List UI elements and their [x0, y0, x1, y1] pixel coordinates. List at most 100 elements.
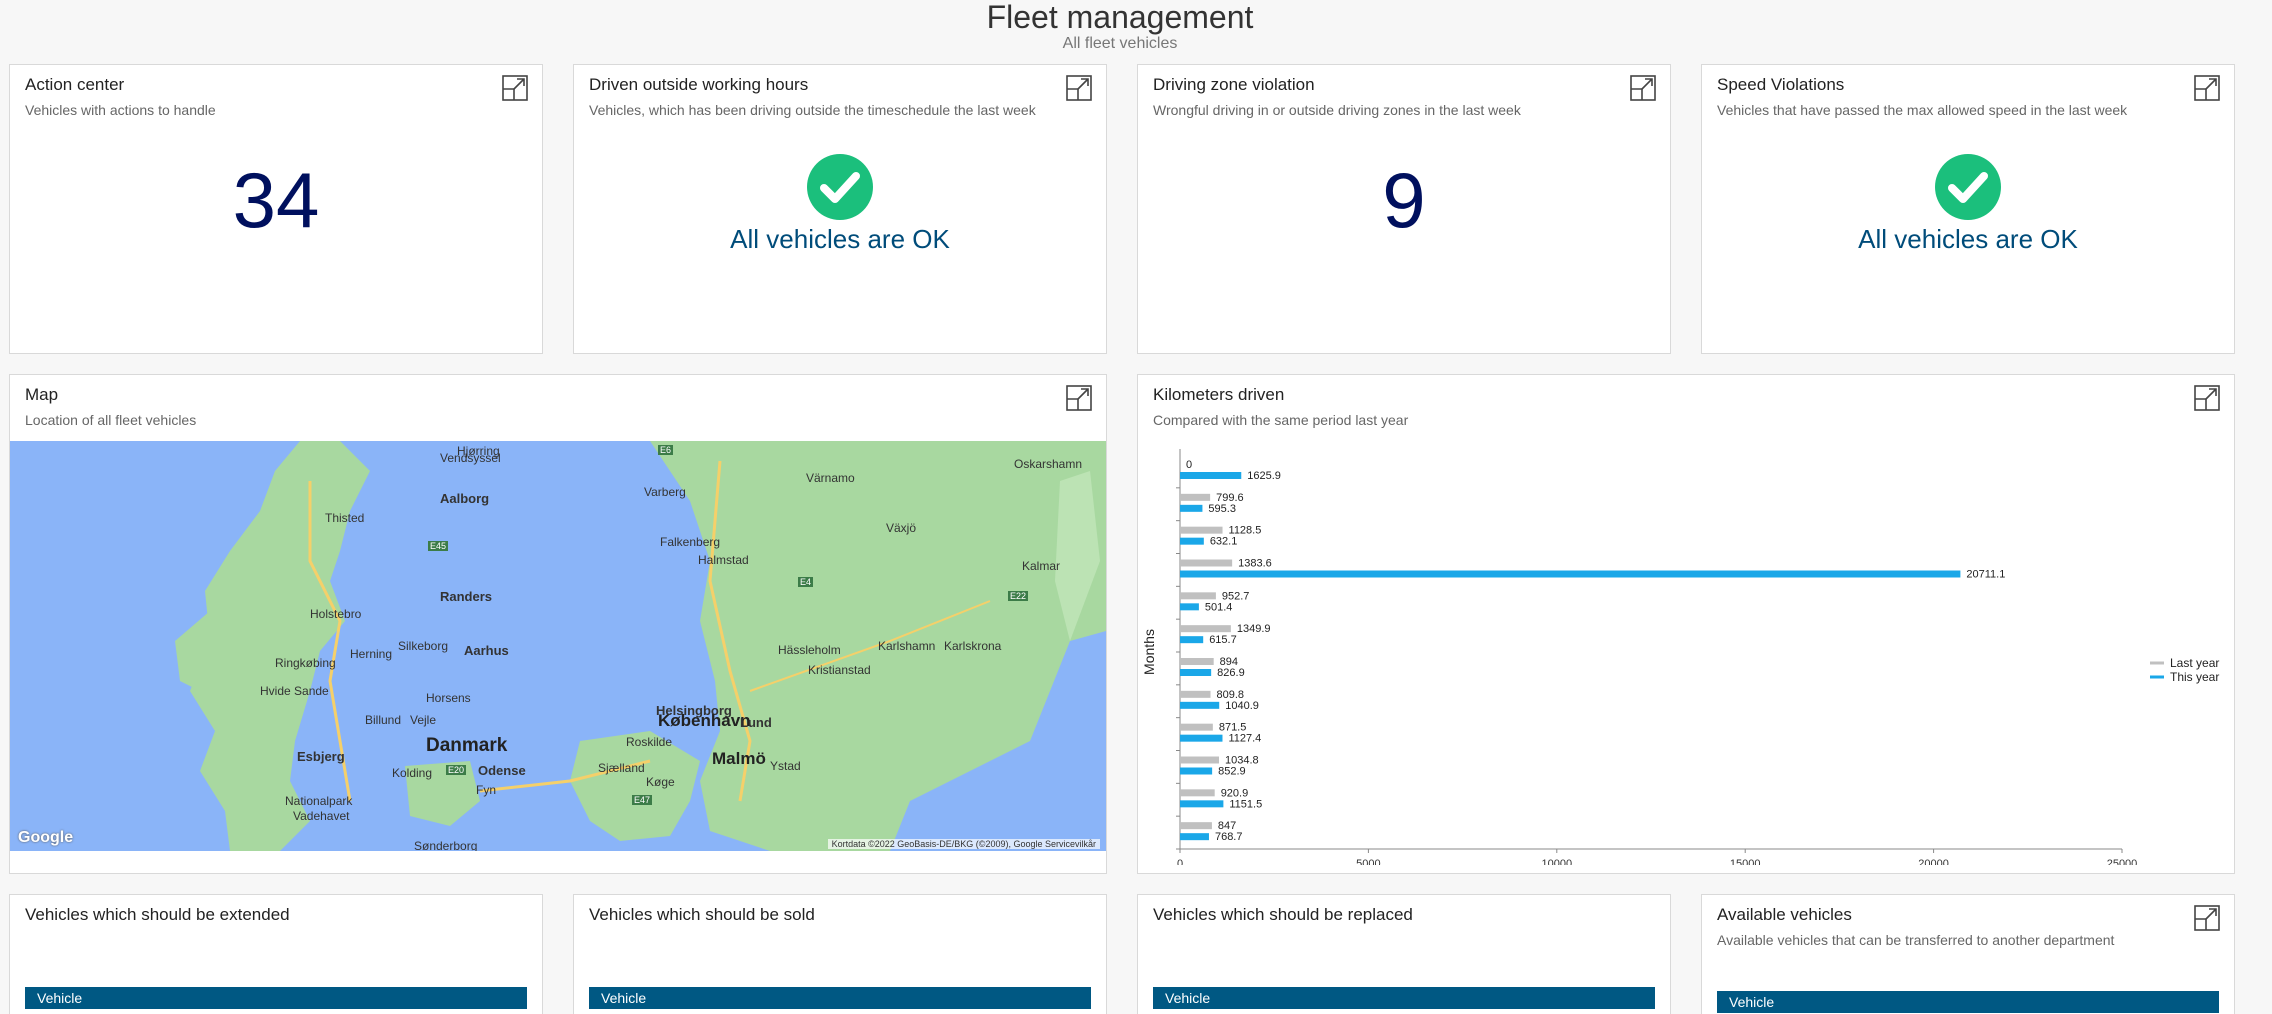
- legend-label: This year: [2170, 670, 2219, 684]
- data-label: 1040.9: [1225, 700, 1259, 712]
- x-tick-label: 10000: [1542, 858, 1573, 865]
- map-label-danmark: Danmark: [426, 735, 508, 756]
- map-view[interactable]: Hjørring Vendsyssel Aalborg Thisted Rand…: [10, 441, 1106, 851]
- card-title: Speed Violations: [1717, 75, 1845, 94]
- expand-icon[interactable]: [2194, 75, 2220, 101]
- ok-status: All vehicles are OK: [574, 153, 1106, 255]
- data-label: 1383.6: [1238, 558, 1272, 570]
- bar-last-year: [1180, 559, 1233, 567]
- map-label-odense: Odense: [478, 763, 526, 778]
- map-label-vaxjo: Växjö: [886, 521, 917, 535]
- action-center-card[interactable]: Action center Vehicles with actions to h…: [9, 64, 543, 354]
- card-title: Vehicles which should be replaced: [1153, 905, 1413, 924]
- bar-last-year: [1180, 625, 1231, 633]
- page-header: Fleet management All fleet vehicles: [0, 0, 2240, 54]
- x-tick-label: 25000: [2107, 858, 2138, 865]
- card-subtitle: Vehicles with actions to handle: [25, 102, 216, 118]
- map-card: Map Location of all fleet vehicles Hjørr…: [9, 374, 1107, 874]
- x-tick-label: 0: [1177, 858, 1183, 865]
- expand-icon[interactable]: [502, 75, 528, 101]
- card-title: Driven outside working hours: [589, 75, 809, 94]
- card-title: Vehicles which should be extended: [25, 905, 290, 924]
- map-label-aarhus: Aarhus: [464, 643, 509, 658]
- card-subtitle: Vehicles, which has been driving outside…: [589, 102, 1036, 118]
- expand-icon[interactable]: [2194, 905, 2220, 931]
- extended-card: Vehicles which should be extended Vehicl…: [9, 894, 543, 1014]
- map-label-falkenberg: Falkenberg: [660, 535, 721, 549]
- road-sign-e6: E6: [658, 445, 674, 455]
- bar-last-year: [1180, 756, 1219, 764]
- map-attribution[interactable]: Kortdata ©2022 GeoBasis-DE/BKG (©2009), …: [827, 839, 1100, 849]
- action-count[interactable]: 34: [10, 160, 542, 240]
- map-land: [175, 441, 1106, 851]
- map-label-lund: Lund: [740, 715, 772, 730]
- bar-this-year: [1180, 472, 1242, 479]
- data-label: 1151.5: [1229, 798, 1262, 810]
- table-header-vehicle[interactable]: Vehicle: [25, 987, 527, 1009]
- map-label-vendsyssel: Vendsyssel: [440, 451, 501, 465]
- road-sign-e20: E20: [446, 765, 467, 775]
- map-label-hvidesande: Hvide Sande: [260, 684, 329, 698]
- bar-last-year: [1180, 723, 1213, 731]
- map-label-sjaelland: Sjælland: [598, 761, 645, 775]
- road-sign-e45: E45: [428, 541, 449, 551]
- map-label-fyn: Fyn: [476, 783, 497, 797]
- x-tick-label: 20000: [1918, 858, 1949, 865]
- expand-icon[interactable]: [1630, 75, 1656, 101]
- map-label-karlshamn: Karlshamn: [878, 639, 936, 653]
- bar-this-year: [1180, 767, 1213, 775]
- map-label-nationalpark: Nationalpark: [285, 794, 353, 808]
- data-label: 826.9: [1217, 667, 1245, 679]
- map-label-horsens: Horsens: [426, 691, 471, 705]
- card-title: Vehicles which should be sold: [589, 905, 815, 924]
- bar-this-year: [1180, 636, 1204, 644]
- bar-last-year: [1180, 690, 1211, 698]
- data-label: 768.7: [1215, 831, 1243, 843]
- data-label: 615.7: [1209, 634, 1237, 646]
- map-label-esbjerg: Esbjerg: [297, 749, 345, 764]
- table-header-vehicle[interactable]: Vehicle: [1717, 991, 2219, 1013]
- violation-count[interactable]: 9: [1138, 160, 1670, 240]
- data-label: 0: [1186, 459, 1192, 471]
- map-label-varberg: Varberg: [644, 485, 686, 499]
- kilometers-chart: 01625.9799.6595.31128.5632.11383.620711.…: [1141, 449, 2219, 865]
- map-label-ystad: Ystad: [770, 759, 801, 773]
- card-title: Action center: [25, 75, 125, 94]
- status-text: All vehicles are OK: [1858, 224, 2078, 254]
- bar-this-year: [1180, 537, 1204, 545]
- map-label-randers: Randers: [440, 589, 493, 604]
- data-label: 1349.9: [1237, 623, 1271, 635]
- expand-icon[interactable]: [2194, 385, 2220, 411]
- card-subtitle: Location of all fleet vehicles: [25, 412, 197, 428]
- bar-this-year: [1180, 701, 1220, 709]
- card-title: Kilometers driven: [1153, 385, 1285, 404]
- card-subtitle: Wrongful driving in or outside driving z…: [1153, 102, 1521, 118]
- expand-icon[interactable]: [1066, 385, 1092, 411]
- data-label: 852.9: [1218, 766, 1246, 778]
- map-label-karlskrona: Karlskrona: [944, 639, 1002, 653]
- road-sign-e4: E4: [798, 577, 814, 587]
- map-label-oskarshamn: Oskarshamn: [1014, 457, 1083, 471]
- expand-icon[interactable]: [1066, 75, 1092, 101]
- bar-this-year: [1180, 570, 1961, 578]
- table-header-vehicle[interactable]: Vehicle: [589, 987, 1091, 1009]
- speed-violations-card[interactable]: Speed Violations Vehicles that have pass…: [1701, 64, 2235, 354]
- page-subtitle: All fleet vehicles: [1062, 35, 1178, 52]
- bar-last-year: [1180, 822, 1212, 830]
- map-label-kobenhavn: København: [658, 711, 751, 730]
- sold-card: Vehicles which should be sold Vehicle: [573, 894, 1107, 1014]
- map-label-silkeborg: Silkeborg: [398, 639, 449, 653]
- data-label: 20711.1: [1966, 569, 2005, 581]
- table-header-vehicle[interactable]: Vehicle: [1153, 987, 1655, 1009]
- bar-last-year: [1180, 592, 1216, 600]
- zone-violation-card[interactable]: Driving zone violation Wrongful driving …: [1137, 64, 1671, 354]
- card-title: Driving zone violation: [1153, 75, 1315, 94]
- bar-this-year: [1180, 833, 1209, 841]
- google-logo: Google: [18, 829, 74, 846]
- map-label-herning: Herning: [350, 647, 393, 661]
- available-card: Available vehicles Available vehicles th…: [1701, 894, 2235, 1014]
- outside-hours-card[interactable]: Driven outside working hours Vehicles, w…: [573, 64, 1107, 354]
- map-label-kolding: Kolding: [392, 766, 433, 780]
- bar-last-year: [1180, 526, 1223, 534]
- data-label: 501.4: [1205, 601, 1233, 613]
